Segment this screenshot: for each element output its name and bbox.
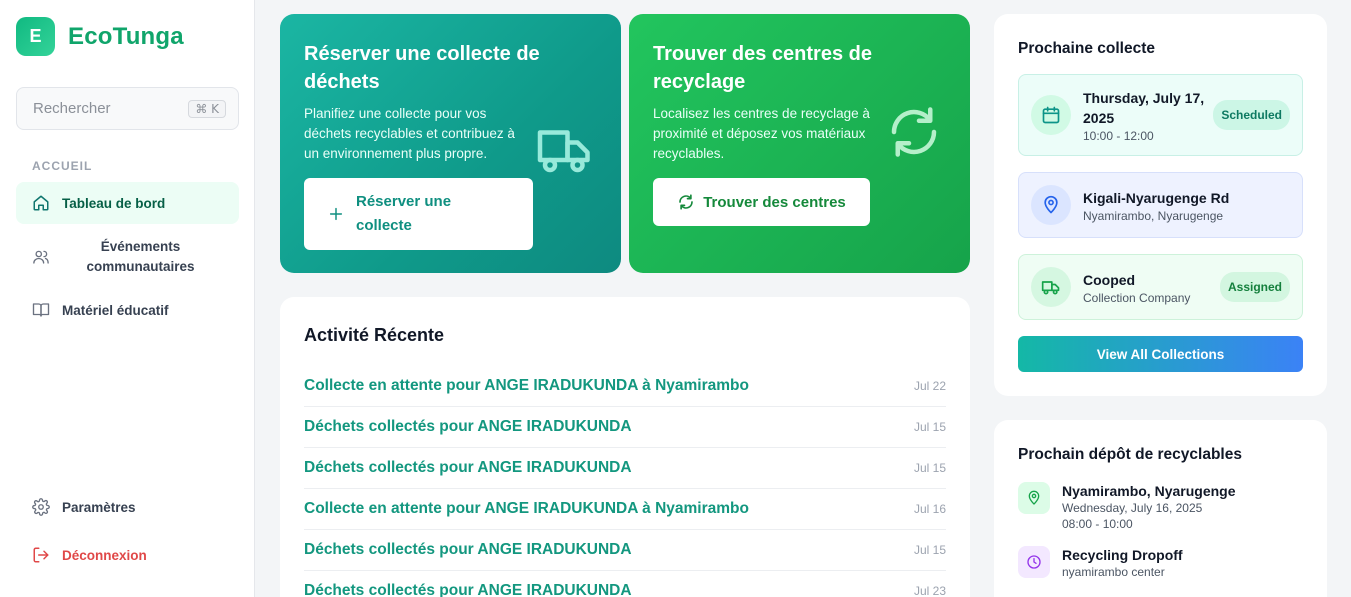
clock-icon <box>1018 546 1050 578</box>
home-icon <box>32 194 50 212</box>
location-main: Kigali-Nyarugenge Rd <box>1083 189 1230 206</box>
recycle-icon <box>884 102 944 162</box>
activity-date: Jul 22 <box>913 379 946 393</box>
dropoff-time: 08:00 - 10:00 <box>1062 517 1133 531</box>
view-all-collections-button[interactable]: View All Collections <box>1018 336 1303 372</box>
company-sub: Collection Company <box>1083 290 1191 305</box>
dropoff-date: Wednesday, July 16, 2025 <box>1062 501 1203 515</box>
collection-date-card: Thursday, July 17, 2025 10:00 - 12:00 Sc… <box>1018 74 1303 156</box>
activity-item[interactable]: Collecte en attente pour ANGE IRADUKUNDA… <box>304 366 946 407</box>
activity-text: Déchets collectés pour ANGE IRADUKUNDA <box>304 541 632 558</box>
find-centers-title: Trouver des centres de recyclage <box>653 43 872 93</box>
dropoff-type-item: Recycling Dropoff nyamirambo center <box>1018 546 1183 580</box>
collection-location-card: Kigali-Nyarugenge Rd Nyamirambo, Nyaruge… <box>1018 172 1303 238</box>
book-collection-title: Réserver une collecte de déchets <box>304 43 540 93</box>
dropoff-center: nyamirambo center <box>1062 565 1165 579</box>
book-collection-card: Réserver une collecte de déchets Planifi… <box>280 14 621 273</box>
refresh-icon <box>677 193 695 211</box>
activity-text: Déchets collectés pour ANGE IRADUKUNDA <box>304 418 632 435</box>
activity-text: Déchets collectés pour ANGE IRADUKUNDA <box>304 582 632 597</box>
book-collection-description: Planifiez une collecte pour vos déchets … <box>304 106 515 161</box>
activity-date: Jul 15 <box>913 461 946 475</box>
find-centers-description: Localisez les centres de recyclage à pro… <box>653 106 870 161</box>
find-centers-button-label: Trouver des centres <box>703 193 846 211</box>
dropoff-location: Nyamirambo, Nyarugenge <box>1062 483 1236 499</box>
company-name: Cooped <box>1083 271 1136 288</box>
next-collection-title: Prochaine collecte <box>1018 40 1155 57</box>
location-pin-icon <box>1018 482 1050 514</box>
search-shortcut: ⌘ K <box>188 99 226 118</box>
sidebar-item-dashboard[interactable]: Tableau de bord <box>16 182 239 224</box>
status-badge: Scheduled <box>1213 100 1290 130</box>
activity-text: Déchets collectés pour ANGE IRADUKUNDA <box>304 459 632 476</box>
activity-date: Jul 23 <box>913 584 946 597</box>
find-centers-card: Trouver des centres de recyclage Localis… <box>629 14 970 273</box>
next-dropoff-title: Prochain dépôt de recyclables <box>1018 446 1242 463</box>
collection-company-card: Cooped Collection Company Assigned <box>1018 254 1303 320</box>
activity-item[interactable]: Déchets collectés pour ANGE IRADUKUNDA J… <box>304 407 946 448</box>
book-icon <box>32 301 50 319</box>
calendar-icon <box>1031 95 1071 135</box>
brand-name: EcoTunga <box>68 22 184 50</box>
location-pin-icon <box>1031 185 1071 225</box>
activity-text: Collecte en attente pour ANGE IRADUKUNDA… <box>304 377 749 394</box>
dropoff-location-item: Nyamirambo, Nyarugenge Wednesday, July 1… <box>1018 482 1236 532</box>
users-icon <box>32 248 50 266</box>
logout-label: Déconnexion <box>62 547 147 563</box>
sidebar-item-label: Paramètres <box>62 499 136 515</box>
collection-date: Thursday, July 17, 2025 <box>1083 89 1205 126</box>
activity-item[interactable]: Déchets collectés pour ANGE IRADUKUNDA J… <box>304 571 946 597</box>
activity-item[interactable]: Déchets collectés pour ANGE IRADUKUNDA J… <box>304 530 946 571</box>
logout-button[interactable]: Déconnexion <box>16 535 239 575</box>
activity-list: Collecte en attente pour ANGE IRADUKUNDA… <box>304 366 946 597</box>
sidebar-item-community-events[interactable]: Événements communautaires <box>16 234 239 280</box>
truck-icon <box>1031 267 1071 307</box>
brand[interactable]: E EcoTunga <box>16 17 184 56</box>
activity-date: Jul 15 <box>913 420 946 434</box>
activity-item[interactable]: Déchets collectés pour ANGE IRADUKUNDA J… <box>304 448 946 489</box>
book-collection-button-label: Réserver une collecte <box>356 193 452 234</box>
brand-logo: E <box>16 17 55 56</box>
sidebar-item-label: Matériel éducatif <box>62 302 169 318</box>
truck-icon <box>535 120 595 180</box>
recent-activity-title: Activité Récente <box>304 325 445 345</box>
activity-text: Collecte en attente pour ANGE IRADUKUNDA… <box>304 500 749 517</box>
sidebar-item-educational-material[interactable]: Matériel éducatif <box>16 290 239 330</box>
nav-section-label: ACCUEIL <box>32 159 93 173</box>
next-dropoff-panel: Prochain dépôt de recyclables Nyamirambo… <box>994 420 1327 597</box>
activity-date: Jul 16 <box>913 502 946 516</box>
gear-icon <box>32 498 50 516</box>
location-sub: Nyamirambo, Nyarugenge <box>1083 208 1224 223</box>
book-collection-button[interactable]: Réserver une collecte <box>304 178 533 250</box>
find-centers-button[interactable]: Trouver des centres <box>653 178 870 226</box>
activity-date: Jul 15 <box>913 543 946 557</box>
sidebar: E EcoTunga ⌘ K ACCUEIL Tableau de bord É… <box>0 0 255 597</box>
recent-activity-panel: Activité Récente Collecte en attente pou… <box>280 297 970 597</box>
search-box[interactable]: ⌘ K <box>16 87 239 130</box>
collection-time: 10:00 - 12:00 <box>1083 128 1154 143</box>
status-badge: Assigned <box>1219 272 1290 302</box>
logout-icon <box>32 546 50 564</box>
next-collection-panel: Prochaine collecte Thursday, July 17, 20… <box>994 14 1327 396</box>
activity-item[interactable]: Collecte en attente pour ANGE IRADUKUNDA… <box>304 489 946 530</box>
sidebar-item-settings[interactable]: Paramètres <box>16 487 239 527</box>
plus-icon <box>328 206 344 222</box>
search-input[interactable] <box>33 100 189 117</box>
dropoff-type: Recycling Dropoff <box>1062 547 1183 563</box>
sidebar-item-label: Événements communautaires <box>86 239 195 274</box>
sidebar-item-label: Tableau de bord <box>62 195 166 211</box>
